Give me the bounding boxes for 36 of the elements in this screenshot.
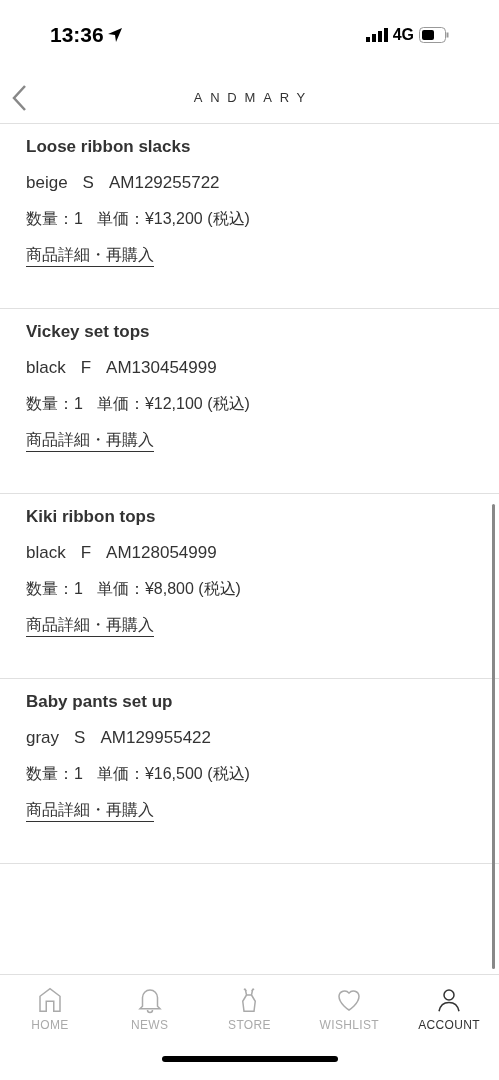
product-code: AM128054999 — [106, 542, 217, 564]
product-size: F — [80, 542, 92, 564]
network-label: 4G — [392, 25, 414, 45]
product-color: black — [26, 357, 66, 379]
logo: ANDMARY — [192, 88, 314, 107]
product-color: black — [26, 542, 66, 564]
product-name: Loose ribbon slacks — [26, 136, 192, 158]
detail-link[interactable]: 商品詳細・再購入 — [26, 244, 154, 267]
product-name: Baby pants set up — [26, 691, 174, 713]
product-code: AM129255722 — [108, 172, 220, 194]
product-size: S — [74, 727, 86, 749]
detail-link[interactable]: 商品詳細・再購入 — [26, 614, 154, 637]
product-size: F — [80, 357, 92, 379]
status-time: 13:36 — [50, 22, 104, 49]
detail-link[interactable]: 商品詳細・再購入 — [26, 429, 154, 452]
unit-price: 単価：¥12,100 (税込) — [96, 394, 250, 414]
unit-price: 単価：¥8,800 (税込) — [96, 579, 241, 599]
tab-bar-item[interactable]: ACCOUNT — [399, 985, 499, 1044]
unit-price: 単価：¥13,200 (税込) — [96, 209, 250, 229]
product-code: AM130454999 — [106, 357, 217, 379]
quantity-text: 数量：1 — [26, 764, 83, 784]
product-size: S — [82, 172, 94, 194]
quantity-text: 数量：1 — [26, 394, 83, 414]
location-arrow-icon — [106, 27, 123, 43]
quantity-text: 数量：1 — [26, 579, 83, 599]
product-color: beige — [26, 172, 68, 194]
back-icon[interactable] — [10, 83, 28, 112]
battery-icon — [419, 27, 449, 43]
detail-link[interactable]: 商品詳細・再購入 — [26, 799, 154, 822]
product-name: Vickey set tops — [26, 321, 151, 343]
product-color: gray — [26, 727, 60, 749]
product-code: AM129955422 — [100, 727, 211, 749]
quantity-text: 数量：1 — [26, 209, 83, 229]
product-name: Kiki ribbon tops — [26, 506, 157, 528]
unit-price: 単価：¥16,500 (税込) — [96, 764, 250, 784]
signal-icon — [365, 28, 388, 42]
